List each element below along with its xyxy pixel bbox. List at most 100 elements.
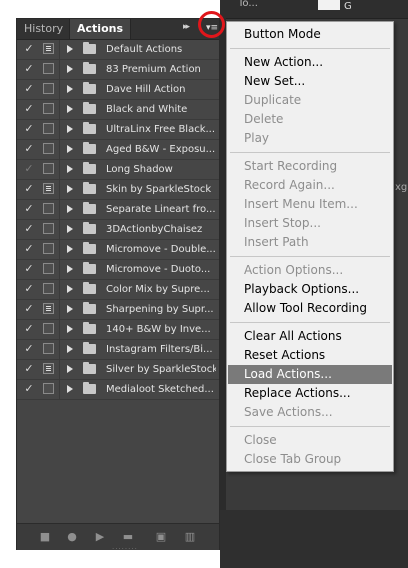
- toggle-item-checkmark-icon[interactable]: ✓: [23, 302, 35, 316]
- toggle-dialog-icon[interactable]: [43, 243, 54, 254]
- action-set-row[interactable]: ✓ Long Shadow: [17, 160, 219, 180]
- toggle-dialog-icon[interactable]: [43, 43, 54, 54]
- toggle-item-checkmark-icon[interactable]: ✓: [23, 202, 35, 216]
- toggle-item-checkmark-icon[interactable]: ✓: [23, 162, 35, 176]
- toggle-dialog-icon[interactable]: [43, 343, 54, 354]
- expand-triangle-icon[interactable]: [67, 85, 73, 93]
- toggle-dialog-icon[interactable]: [43, 283, 54, 294]
- menu-item-new-set[interactable]: New Set...: [228, 72, 392, 91]
- toggle-dialog-icon[interactable]: [43, 83, 54, 94]
- menu-item-clear-all-actions[interactable]: Clear All Actions: [228, 327, 392, 346]
- expand-triangle-icon[interactable]: [67, 65, 73, 73]
- toggle-dialog-icon[interactable]: [43, 223, 54, 234]
- action-set-row[interactable]: ✓ Black and White: [17, 100, 219, 120]
- color-swatch[interactable]: [318, 0, 340, 10]
- toggle-dialog-icon[interactable]: [43, 163, 54, 174]
- toggle-item-checkmark-icon[interactable]: ✓: [23, 282, 35, 296]
- toggle-dialog-icon[interactable]: [43, 263, 54, 274]
- action-set-row[interactable]: ✓ Skin by SparkleStock: [17, 180, 219, 200]
- expand-triangle-icon[interactable]: [67, 345, 73, 353]
- toggle-item-checkmark-icon[interactable]: ✓: [23, 62, 35, 76]
- action-set-row[interactable]: ✓ Sharpening by Supr...: [17, 300, 219, 320]
- action-set-row[interactable]: ✓ Micromove - Double...: [17, 240, 219, 260]
- menu-item-new-action[interactable]: New Action...: [228, 53, 392, 72]
- tab-actions[interactable]: Actions: [69, 19, 131, 39]
- expand-triangle-icon[interactable]: [67, 285, 73, 293]
- expand-triangle-icon[interactable]: [67, 165, 73, 173]
- action-set-row[interactable]: ✓ Separate Lineart fro...: [17, 200, 219, 220]
- expand-triangle-icon[interactable]: [67, 145, 73, 153]
- expand-triangle-icon[interactable]: [67, 125, 73, 133]
- tab-history[interactable]: History: [17, 19, 67, 39]
- record-icon[interactable]: ●: [66, 531, 78, 543]
- new-action-icon[interactable]: ▣: [155, 531, 167, 543]
- expand-triangle-icon[interactable]: [67, 385, 73, 393]
- action-set-row[interactable]: ✓ 83 Premium Action: [17, 60, 219, 80]
- toggle-item-checkmark-icon[interactable]: ✓: [23, 382, 35, 396]
- expand-triangle-icon[interactable]: [67, 305, 73, 313]
- toggle-item-checkmark-icon[interactable]: ✓: [23, 82, 35, 96]
- expand-triangle-icon[interactable]: [67, 225, 73, 233]
- action-set-row[interactable]: ✓ 3DActionbyChaisez: [17, 220, 219, 240]
- action-set-row[interactable]: ✓ Micromove - Duoto...: [17, 260, 219, 280]
- play-icon[interactable]: ▶: [94, 531, 106, 543]
- expand-triangle-icon[interactable]: [67, 185, 73, 193]
- action-set-name: 3DActionbyChaisez: [106, 224, 203, 235]
- toggle-dialog-icon[interactable]: [43, 143, 54, 154]
- action-set-row[interactable]: ✓ Color Mix by Supre...: [17, 280, 219, 300]
- menu-item-load-actions[interactable]: Load Actions...: [228, 365, 392, 384]
- menu-item-allow-tool-recording[interactable]: Allow Tool Recording: [228, 299, 392, 318]
- action-set-row[interactable]: ✓ Silver by SparkleStock: [17, 360, 219, 380]
- menu-separator: [230, 256, 390, 257]
- toggle-item-checkmark-icon[interactable]: ✓: [23, 342, 35, 356]
- expand-triangle-icon[interactable]: [67, 105, 73, 113]
- toggle-item-checkmark-icon[interactable]: ✓: [23, 362, 35, 376]
- collapse-panel-icon[interactable]: ▸▸: [183, 22, 190, 32]
- toggle-item-checkmark-icon[interactable]: ✓: [23, 242, 35, 256]
- expand-triangle-icon[interactable]: [67, 265, 73, 273]
- menu-item-button-mode[interactable]: Button Mode: [228, 25, 392, 44]
- action-set-name: Dave Hill Action: [106, 84, 186, 95]
- toggle-dialog-icon[interactable]: [43, 383, 54, 394]
- toggle-item-checkmark-icon[interactable]: ✓: [23, 322, 35, 336]
- folder-icon: [83, 62, 96, 74]
- menu-item-reset-actions[interactable]: Reset Actions: [228, 346, 392, 365]
- expand-triangle-icon[interactable]: [67, 205, 73, 213]
- toggle-item-checkmark-icon[interactable]: ✓: [23, 142, 35, 156]
- menu-item-insert-menu-item: Insert Menu Item...: [244, 197, 358, 211]
- action-set-row[interactable]: ✓ Instagram Filters/Bi...: [17, 340, 219, 360]
- action-set-row[interactable]: ✓ Default Actions: [17, 40, 219, 60]
- toggle-dialog-icon[interactable]: [43, 203, 54, 214]
- folder-icon: [83, 82, 96, 94]
- new-set-icon[interactable]: ▬: [122, 531, 134, 543]
- toggle-item-checkmark-icon[interactable]: ✓: [23, 222, 35, 236]
- action-set-row[interactable]: ✓ Aged B&W - Exposu...: [17, 140, 219, 160]
- toggle-item-checkmark-icon[interactable]: ✓: [23, 42, 35, 56]
- toggle-item-checkmark-icon[interactable]: ✓: [23, 182, 35, 196]
- toggle-dialog-icon[interactable]: [43, 363, 54, 374]
- toggle-dialog-icon[interactable]: [43, 303, 54, 314]
- column-divider: [59, 200, 60, 219]
- stop-icon[interactable]: ■: [39, 531, 51, 543]
- toggle-dialog-icon[interactable]: [43, 123, 54, 134]
- action-set-row[interactable]: ✓ Dave Hill Action: [17, 80, 219, 100]
- expand-triangle-icon[interactable]: [67, 365, 73, 373]
- toggle-dialog-icon[interactable]: [43, 103, 54, 114]
- action-set-name: Separate Lineart fro...: [106, 204, 216, 215]
- action-set-row[interactable]: ✓ Medialoot Sketched...: [17, 380, 219, 400]
- action-set-row[interactable]: ✓ 140+ B&W by Inve...: [17, 320, 219, 340]
- toggle-dialog-icon[interactable]: [43, 183, 54, 194]
- toggle-item-checkmark-icon[interactable]: ✓: [23, 122, 35, 136]
- resize-grip[interactable]: ········: [112, 545, 138, 553]
- expand-triangle-icon[interactable]: [67, 45, 73, 53]
- expand-triangle-icon[interactable]: [67, 245, 73, 253]
- delete-icon[interactable]: ▥: [184, 531, 196, 543]
- action-set-row[interactable]: ✓ UltraLinx Free Black...: [17, 120, 219, 140]
- menu-item-replace-actions[interactable]: Replace Actions...: [228, 384, 392, 403]
- toggle-dialog-icon[interactable]: [43, 63, 54, 74]
- toggle-item-checkmark-icon[interactable]: ✓: [23, 102, 35, 116]
- menu-item-playback-options[interactable]: Playback Options...: [228, 280, 392, 299]
- toggle-dialog-icon[interactable]: [43, 323, 54, 334]
- toggle-item-checkmark-icon[interactable]: ✓: [23, 262, 35, 276]
- expand-triangle-icon[interactable]: [67, 325, 73, 333]
